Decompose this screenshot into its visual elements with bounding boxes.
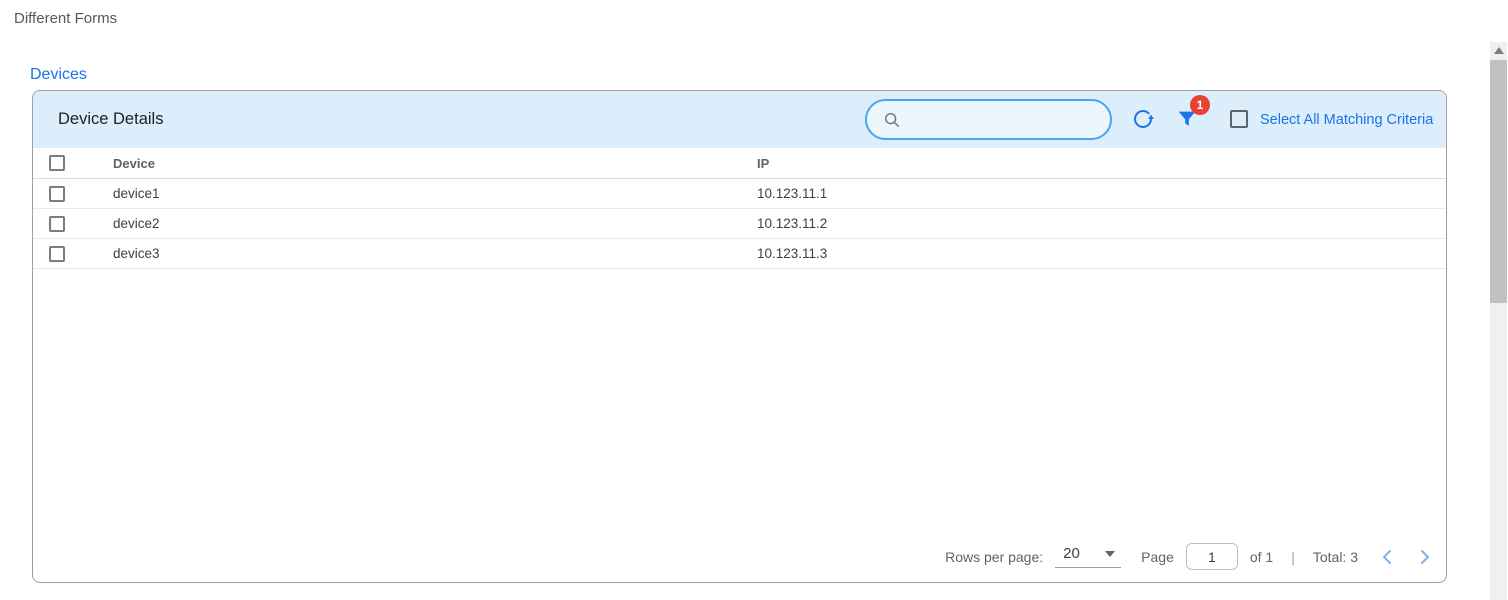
previous-page-button[interactable] [1382,549,1392,565]
rows-per-page-select[interactable]: 20 [1055,545,1121,568]
column-header-ip: IP [757,156,1446,171]
table-row: device3 10.123.11.3 [33,239,1446,269]
vertical-scrollbar[interactable] [1490,42,1507,600]
search-input[interactable] [911,112,1098,128]
device-cell: device3 [113,246,757,261]
chevron-down-icon [1105,551,1115,557]
page-label: Page [1141,549,1174,565]
refresh-icon [1131,107,1155,131]
pagination-divider: | [1291,549,1295,565]
page-title: Different Forms [14,10,117,27]
table-row: device1 10.123.11.1 [33,179,1446,209]
device-cell: device1 [113,186,757,201]
search-box[interactable] [865,99,1112,140]
select-all-matching-label[interactable]: Select All Matching Criteria [1260,112,1433,128]
scrollbar-thumb[interactable] [1490,60,1507,303]
devices-link[interactable]: Devices [30,66,87,84]
refresh-button[interactable] [1131,107,1155,131]
column-header-device: Device [113,156,757,171]
scrollbar-up-button[interactable] [1490,42,1507,59]
chevron-left-icon [1382,549,1392,565]
filter-badge: 1 [1190,95,1210,115]
next-page-button[interactable] [1420,549,1430,565]
triangle-up-icon [1494,47,1504,54]
card-header: Device Details 1 Select All Matching Cri… [33,91,1446,148]
ip-cell: 10.123.11.3 [757,246,1446,261]
total-count-label: Total: 3 [1313,549,1358,565]
rows-per-page-label: Rows per page: [945,549,1043,565]
table-header-row: Device IP [33,148,1446,179]
ip-cell: 10.123.11.2 [757,216,1446,231]
page-input[interactable] [1186,543,1238,570]
row-checkbox[interactable] [49,246,65,262]
row-checkbox[interactable] [49,186,65,202]
page-count-label: of 1 [1250,549,1273,565]
device-details-card: Device Details 1 Select All Matching Cri… [32,90,1447,583]
rows-per-page-value: 20 [1063,545,1080,562]
select-all-matching-checkbox[interactable] [1230,110,1248,128]
row-checkbox[interactable] [49,216,65,232]
device-cell: device2 [113,216,757,231]
select-all-rows-checkbox[interactable] [49,155,65,171]
chevron-right-icon [1420,549,1430,565]
search-icon [883,111,901,129]
table-row: device2 10.123.11.2 [33,209,1446,239]
pagination-bar: Rows per page: 20 Page of 1 | Total: 3 [945,543,1430,570]
ip-cell: 10.123.11.1 [757,186,1446,201]
card-title: Device Details [58,110,163,129]
